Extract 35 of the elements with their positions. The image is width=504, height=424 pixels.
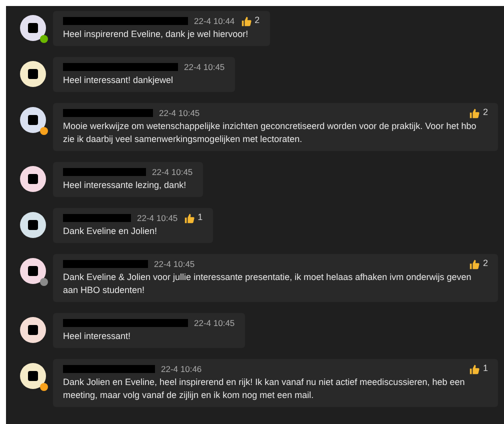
avatar[interactable] <box>20 258 46 284</box>
avatar[interactable] <box>20 363 46 389</box>
timestamp: 22-4 10:45 <box>152 166 193 178</box>
avatar[interactable] <box>20 212 46 238</box>
reaction-badge[interactable]: 1 <box>468 362 488 376</box>
reaction-badge[interactable]: 1 <box>184 211 203 225</box>
reaction-badge[interactable]: 2 <box>240 14 260 28</box>
avatar[interactable] <box>20 107 46 133</box>
timestamp: 22-4 10:45 <box>159 106 200 120</box>
avatar[interactable] <box>20 61 46 87</box>
message-text: Dank Eveline & Jolien voor jullie interessante presentatie, ik moet helaas afhaken ivm onderwijs geven aan HBO studenten! <box>63 271 472 297</box>
timestamp: 22-4 10:45 <box>194 316 235 330</box>
avatar[interactable] <box>20 15 46 41</box>
message-text: Mooie werkwijze om wetenschappelijke inzichten geconcretiseerd worden voor de praktijk. Voor het hbo zie ik daarbij veel samenwerkingsmogelijken met lectoraten. <box>63 120 478 146</box>
message-text: Heel interessant! dankjewel <box>63 74 174 87</box>
timestamp: 22-4 10:45 <box>184 60 225 74</box>
timestamp: 22-4 10:46 <box>161 362 202 376</box>
message-text: Heel inspirerend Eveline, dank je wel hiervoor! <box>63 28 250 41</box>
message-text: Dank Jolien en Eveline, heel inspirerend en rijk! Ik kan vanaf nu niet actief meediscussieren, heb een meeting, maar volg vanaf de zijlijn en ik kom nog met een mail. <box>63 376 466 402</box>
thumbs-up-icon <box>240 16 252 26</box>
avatar[interactable] <box>20 317 46 343</box>
thumbs-up-icon <box>468 108 480 118</box>
reaction-badge[interactable]: 2 <box>468 106 488 120</box>
message-text: Heel interessant! <box>63 330 132 343</box>
message-text: Dank Eveline en Jolien! <box>63 225 158 238</box>
timestamp: 22-4 10:45 <box>154 258 195 270</box>
thumbs-up-icon <box>468 258 480 270</box>
timestamp: 22-4 10:45 <box>137 212 178 224</box>
message-text: Heel interessante lezing, dank! <box>63 179 188 192</box>
timestamp: 22-4 10:44 <box>194 14 235 28</box>
thumbs-up-icon <box>468 364 480 374</box>
avatar[interactable] <box>20 166 46 192</box>
thumbs-up-icon <box>184 212 195 224</box>
redacted-name <box>63 214 131 222</box>
reaction-badge[interactable]: 2 <box>468 257 488 271</box>
